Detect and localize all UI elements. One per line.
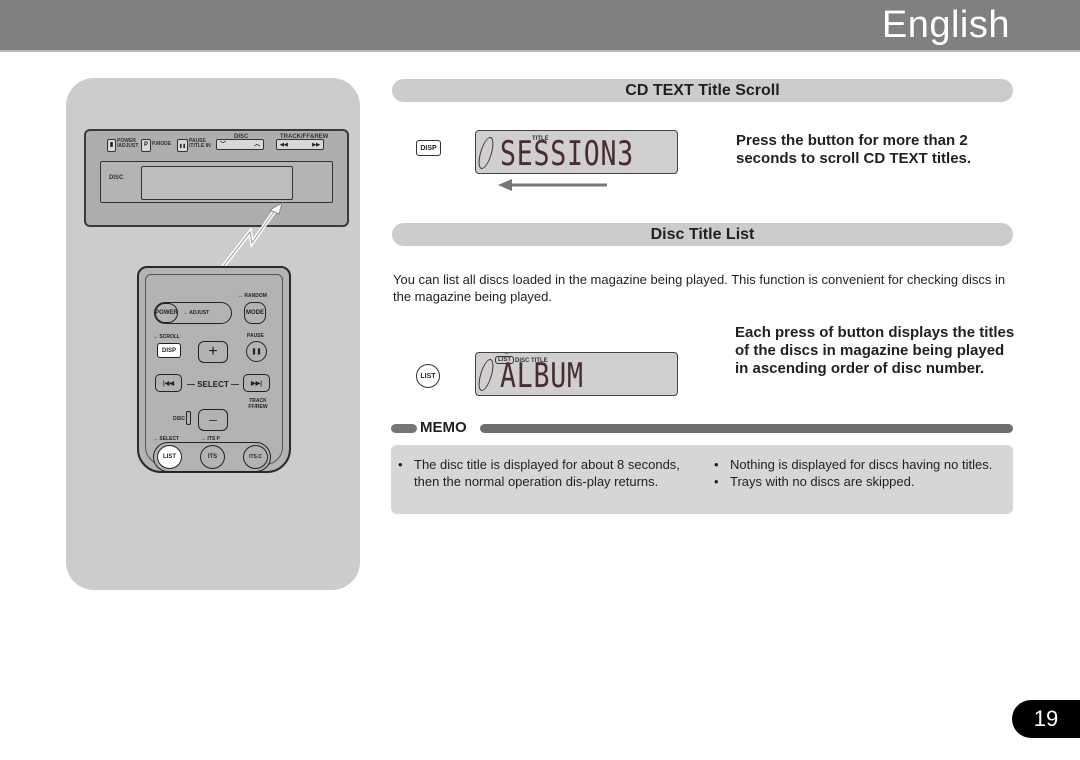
memo-item: The disc title is displayed for about 8 …	[393, 456, 693, 490]
section-title-disc-title-list: Disc Title List	[392, 223, 1013, 246]
disc-title-list-instruction: Each press of button displays the titles…	[735, 324, 1015, 377]
memo-right-column: Nothing is displayed for discs having no…	[709, 456, 1009, 490]
cd-text-instruction: Press the button for more than 2 seconds…	[736, 132, 972, 167]
memo-title: MEMO	[420, 419, 467, 436]
memo-item: Nothing is displayed for discs having no…	[709, 456, 1009, 473]
list-button-icon: LIST	[416, 364, 440, 388]
memo-box: The disc title is displayed for about 8 …	[391, 445, 1013, 514]
disc-title-list-intro: You can list all discs loaded in the mag…	[393, 272, 1006, 304]
memo-item: Trays with no discs are skipped.	[709, 473, 1009, 490]
memo-left-column: The disc title is displayed for about 8 …	[393, 456, 693, 490]
memo-pill-decoration	[391, 424, 417, 433]
page-number: 19	[1012, 700, 1080, 738]
lcd-text: JAZZ--ALBUM	[500, 353, 600, 396]
disc-indicator-icon	[476, 359, 497, 391]
memo-rule	[480, 424, 1013, 433]
memo-header: MEMO	[391, 419, 1013, 438]
lcd-display-disc-title: LIST DISC TITLE JAZZ--ALBUM	[475, 352, 678, 396]
